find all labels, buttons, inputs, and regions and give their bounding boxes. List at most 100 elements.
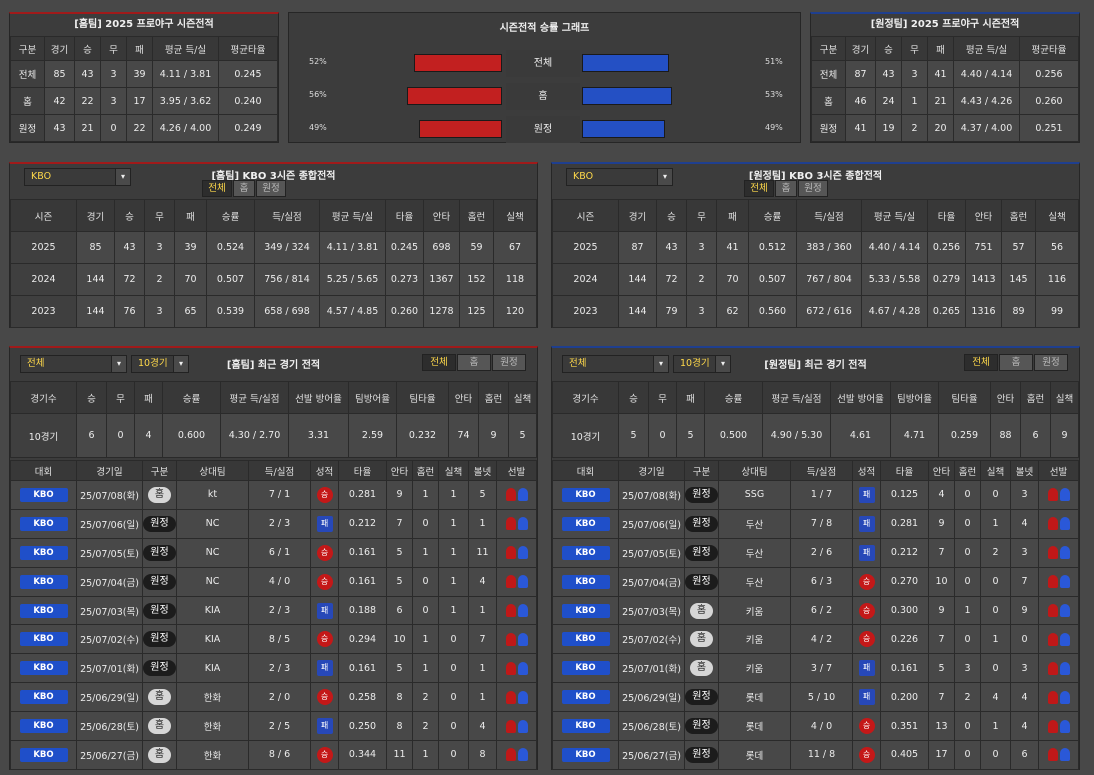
away-pitcher-icon[interactable] — [517, 748, 528, 762]
away-pitcher-icon[interactable] — [517, 690, 528, 704]
league-badge[interactable]: KBO — [19, 545, 68, 560]
home-pitcher-icon[interactable] — [505, 517, 516, 531]
home-pitcher-icon[interactable] — [505, 604, 516, 617]
league-badge[interactable]: KBO — [19, 690, 68, 705]
league-badge[interactable]: KBO — [561, 661, 610, 676]
score-cell: 2 / 3 — [248, 653, 311, 684]
tab-home[interactable]: 홈 — [457, 354, 491, 371]
home-pitcher-icon[interactable] — [1047, 632, 1058, 646]
home-pitcher-icon[interactable] — [505, 719, 516, 733]
away-pitcher-icon[interactable] — [517, 719, 528, 733]
away-pitcher-icon[interactable] — [517, 632, 528, 646]
league-select[interactable]: KBO ▾ — [566, 168, 673, 186]
home-pitcher-icon[interactable] — [1047, 661, 1058, 675]
away-pitcher-icon[interactable] — [1059, 488, 1070, 502]
tab-home[interactable]: 홈 — [233, 180, 255, 197]
filter-select[interactable]: 전체 ▾ — [562, 355, 669, 373]
league-badge[interactable]: KBO — [19, 487, 68, 502]
league-badge[interactable]: KBO — [19, 603, 68, 618]
home-pitcher-icon[interactable] — [1047, 719, 1058, 733]
home-pitcher-icon[interactable] — [505, 632, 516, 646]
home-pitcher-icon[interactable] — [505, 690, 516, 704]
home-pitcher-icon[interactable] — [1047, 488, 1058, 502]
tab-away[interactable]: 원정 — [798, 180, 828, 197]
league-badge[interactable]: KBO — [561, 545, 610, 560]
score-cell: 2 / 6 — [790, 537, 853, 568]
col-header: 경기수 — [552, 381, 619, 414]
game-count-select[interactable]: 10경기 ▾ — [673, 355, 731, 373]
homeruns-cell: 0 — [954, 740, 981, 770]
filter-select[interactable]: 전체 ▾ — [20, 355, 127, 373]
away-pitcher-icon[interactable] — [517, 517, 528, 531]
table-cell: 4.11 / 3.81 — [319, 231, 386, 264]
game-count-select[interactable]: 10경기 ▾ — [131, 355, 189, 373]
col-header: 실책 — [1050, 381, 1079, 414]
home-pitcher-icon[interactable] — [505, 661, 516, 675]
league-badge[interactable]: KBO — [19, 574, 68, 589]
league-badge[interactable]: KBO — [561, 603, 610, 618]
tab-all[interactable]: 전체 — [202, 180, 232, 197]
venue-cell: 원정 — [142, 624, 177, 655]
league-badge[interactable]: KBO — [561, 516, 610, 531]
away-pitcher-icon[interactable] — [1059, 719, 1070, 733]
score-cell: 4 / 2 — [790, 624, 853, 655]
home-pitcher-icon[interactable] — [505, 488, 516, 502]
away-pitcher-icon[interactable] — [1059, 546, 1070, 560]
league-badge[interactable]: KBO — [561, 690, 610, 705]
tab-all[interactable]: 전체 — [744, 180, 774, 197]
away-pitcher-icon[interactable] — [1059, 748, 1070, 762]
tab-all[interactable]: 전체 — [964, 354, 998, 371]
score-cell: 2 / 3 — [248, 595, 311, 626]
home-pitcher-icon[interactable] — [1047, 690, 1058, 704]
league-badge[interactable]: KBO — [561, 632, 610, 647]
league-badge[interactable]: KBO — [19, 719, 68, 734]
league-badge[interactable]: KBO — [561, 747, 610, 762]
tab-all[interactable]: 전체 — [422, 354, 456, 371]
col-header: 경기 — [76, 199, 115, 232]
tab-away[interactable]: 원정 — [492, 354, 526, 371]
table-cell: 0.251 — [1019, 114, 1079, 142]
tab-away[interactable]: 원정 — [1034, 354, 1068, 371]
league-cell: KBO — [552, 595, 619, 626]
chevron-down-icon: ▾ — [653, 356, 668, 372]
col-header: 경기일 — [76, 460, 143, 481]
score-cell: 7 / 8 — [790, 508, 853, 539]
league-select-value: KBO — [31, 171, 52, 182]
home-pitcher-icon[interactable] — [1047, 546, 1058, 560]
away-pct: 51% — [765, 57, 783, 66]
away-pitcher-icon[interactable] — [1059, 575, 1070, 589]
away-pitcher-icon[interactable] — [1059, 690, 1070, 704]
home-pitcher-icon[interactable] — [1047, 748, 1058, 762]
tab-away[interactable]: 원정 — [256, 180, 286, 197]
walks-cell: 1 — [468, 595, 497, 626]
home-pitcher-icon[interactable] — [1047, 575, 1058, 589]
col-header: 득/실점 — [248, 460, 311, 481]
league-badge[interactable]: KBO — [561, 487, 610, 502]
away-pitcher-icon[interactable] — [517, 661, 528, 675]
away-pitcher-icon[interactable] — [517, 604, 528, 617]
home-pitcher-icon[interactable] — [505, 575, 516, 589]
league-badge[interactable]: KBO — [19, 632, 68, 647]
league-badge[interactable]: KBO — [19, 661, 68, 676]
away-pitcher-icon[interactable] — [1059, 632, 1070, 646]
away-pitcher-icon[interactable] — [517, 575, 528, 589]
league-badge[interactable]: KBO — [19, 516, 68, 531]
league-badge[interactable]: KBO — [561, 719, 610, 734]
home-pitcher-icon[interactable] — [1047, 604, 1058, 617]
tab-home[interactable]: 홈 — [999, 354, 1033, 371]
away-pitcher-icon[interactable] — [1059, 661, 1070, 675]
league-select[interactable]: KBO ▾ — [24, 168, 131, 186]
tab-home[interactable]: 홈 — [775, 180, 797, 197]
away-pitcher-icon[interactable] — [517, 488, 528, 502]
away-pitcher-icon[interactable] — [1059, 604, 1070, 617]
col-header: 타율 — [385, 199, 424, 232]
home-pitcher-icon[interactable] — [505, 748, 516, 762]
league-badge[interactable]: KBO — [561, 574, 610, 589]
home-pitcher-icon[interactable] — [1047, 517, 1058, 531]
table-cell: 43 — [74, 60, 101, 88]
league-badge[interactable]: KBO — [19, 747, 68, 762]
away-pitcher-icon[interactable] — [517, 546, 528, 560]
away-pitcher-icon[interactable] — [1059, 517, 1070, 531]
starter-cell — [496, 624, 537, 655]
home-pitcher-icon[interactable] — [505, 546, 516, 560]
